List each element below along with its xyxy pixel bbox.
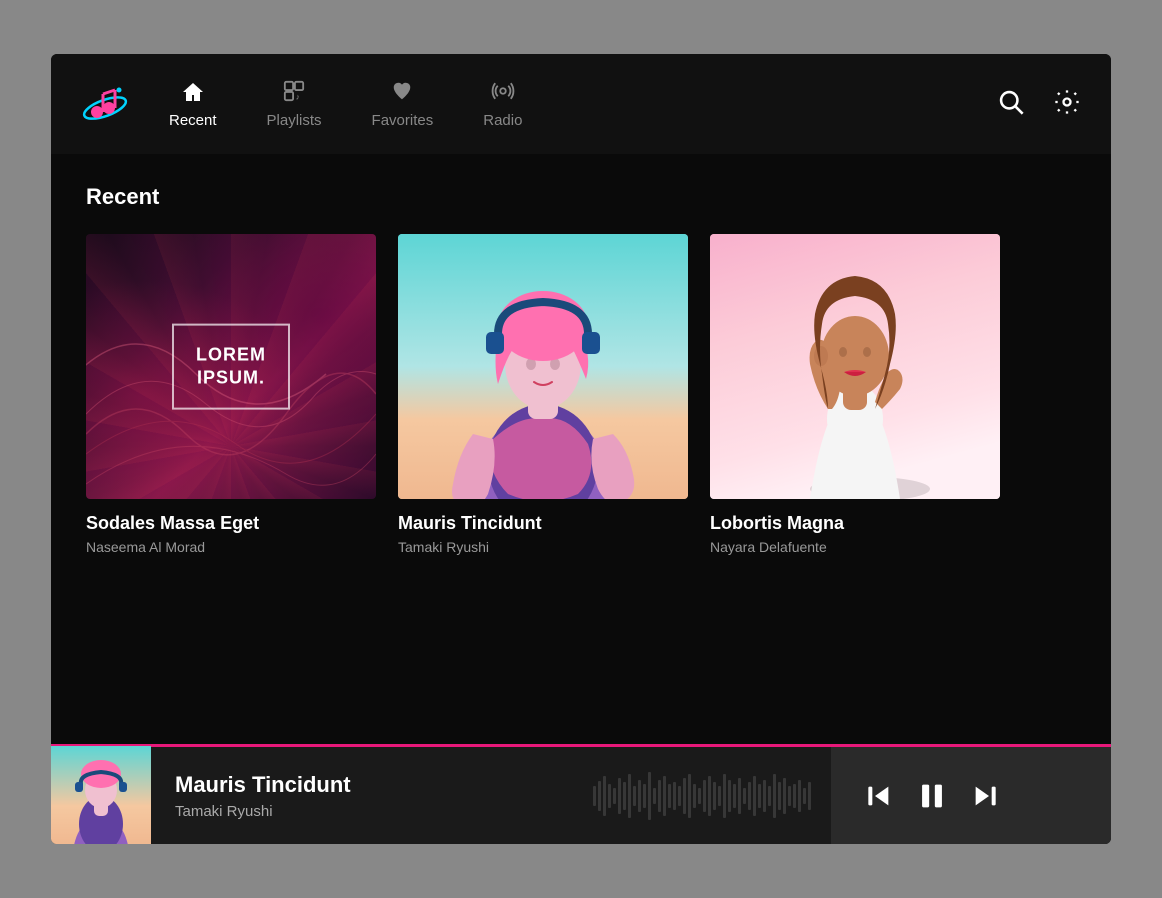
nav-label-playlists: Playlists <box>267 112 322 129</box>
nav-items: Recent ♪ Playlists <box>169 80 997 129</box>
player-track-title: Mauris Tincidunt <box>175 772 567 798</box>
nav-label-recent: Recent <box>169 112 217 129</box>
card-title-1: Sodales Massa Eget <box>86 513 376 534</box>
card-artwork-3 <box>710 234 1000 499</box>
card-subtitle-3: Nayara Delafuente <box>710 539 1000 555</box>
card-artwork-2 <box>398 234 688 499</box>
nav-item-recent[interactable]: Recent <box>169 80 217 129</box>
playlists-icon: ♪ <box>282 80 306 106</box>
player-track-artist: Tamaki Ryushi <box>175 803 567 820</box>
card-sodales[interactable]: LOREM IPSUM. Sodales Massa Eget Naseema … <box>86 234 376 555</box>
card-lobortis[interactable]: Lobortis Magna Nayara Delafuente <box>710 234 1000 555</box>
radio-icon <box>491 80 515 106</box>
card-title-3: Lobortis Magna <box>710 513 1000 534</box>
player-bar: Mauris Tincidunt Tamaki Ryushi <box>51 744 1111 844</box>
cards-grid: LOREM IPSUM. Sodales Massa Eget Naseema … <box>86 234 1076 555</box>
pause-button[interactable] <box>915 779 949 813</box>
search-button[interactable] <box>997 88 1025 120</box>
player-waveform <box>591 766 811 826</box>
lorem-line1: LOREM <box>196 344 266 364</box>
player-thumbnail <box>51 746 151 845</box>
card-subtitle-1: Naseema Al Morad <box>86 539 376 555</box>
section-title: Recent <box>86 184 1076 210</box>
lorem-ipsum-box: LOREM IPSUM. <box>172 323 290 410</box>
nav-item-radio[interactable]: Radio <box>483 80 522 129</box>
nav-item-playlists[interactable]: ♪ Playlists <box>267 80 322 129</box>
top-nav: Recent ♪ Playlists <box>51 54 1111 154</box>
app-logo <box>81 80 129 128</box>
card-artwork-1: LOREM IPSUM. <box>86 234 376 499</box>
prev-button[interactable] <box>863 780 895 812</box>
lorem-line2: IPSUM. <box>197 368 265 388</box>
card-image-2 <box>398 234 688 499</box>
player-thumb-image <box>51 746 151 845</box>
nav-right <box>997 88 1081 120</box>
card-mauris[interactable]: Mauris Tincidunt Tamaki Ryushi <box>398 234 688 555</box>
player-controls <box>831 747 1111 844</box>
card-image-3 <box>710 234 1000 499</box>
favorites-icon <box>390 80 414 106</box>
main-content: Recent <box>51 154 1111 744</box>
card-subtitle-2: Tamaki Ryushi <box>398 539 688 555</box>
nav-label-radio: Radio <box>483 112 522 129</box>
player-info: Mauris Tincidunt Tamaki Ryushi <box>151 772 591 820</box>
settings-button[interactable] <box>1053 88 1081 120</box>
nav-label-favorites: Favorites <box>372 112 434 129</box>
card-image-1: LOREM IPSUM. <box>86 234 376 499</box>
next-button[interactable] <box>969 780 1001 812</box>
svg-text:♪: ♪ <box>296 92 300 101</box>
card-title-2: Mauris Tincidunt <box>398 513 688 534</box>
home-icon <box>181 80 205 106</box>
app-container: Recent ♪ Playlists <box>51 54 1111 844</box>
nav-item-favorites[interactable]: Favorites <box>372 80 434 129</box>
